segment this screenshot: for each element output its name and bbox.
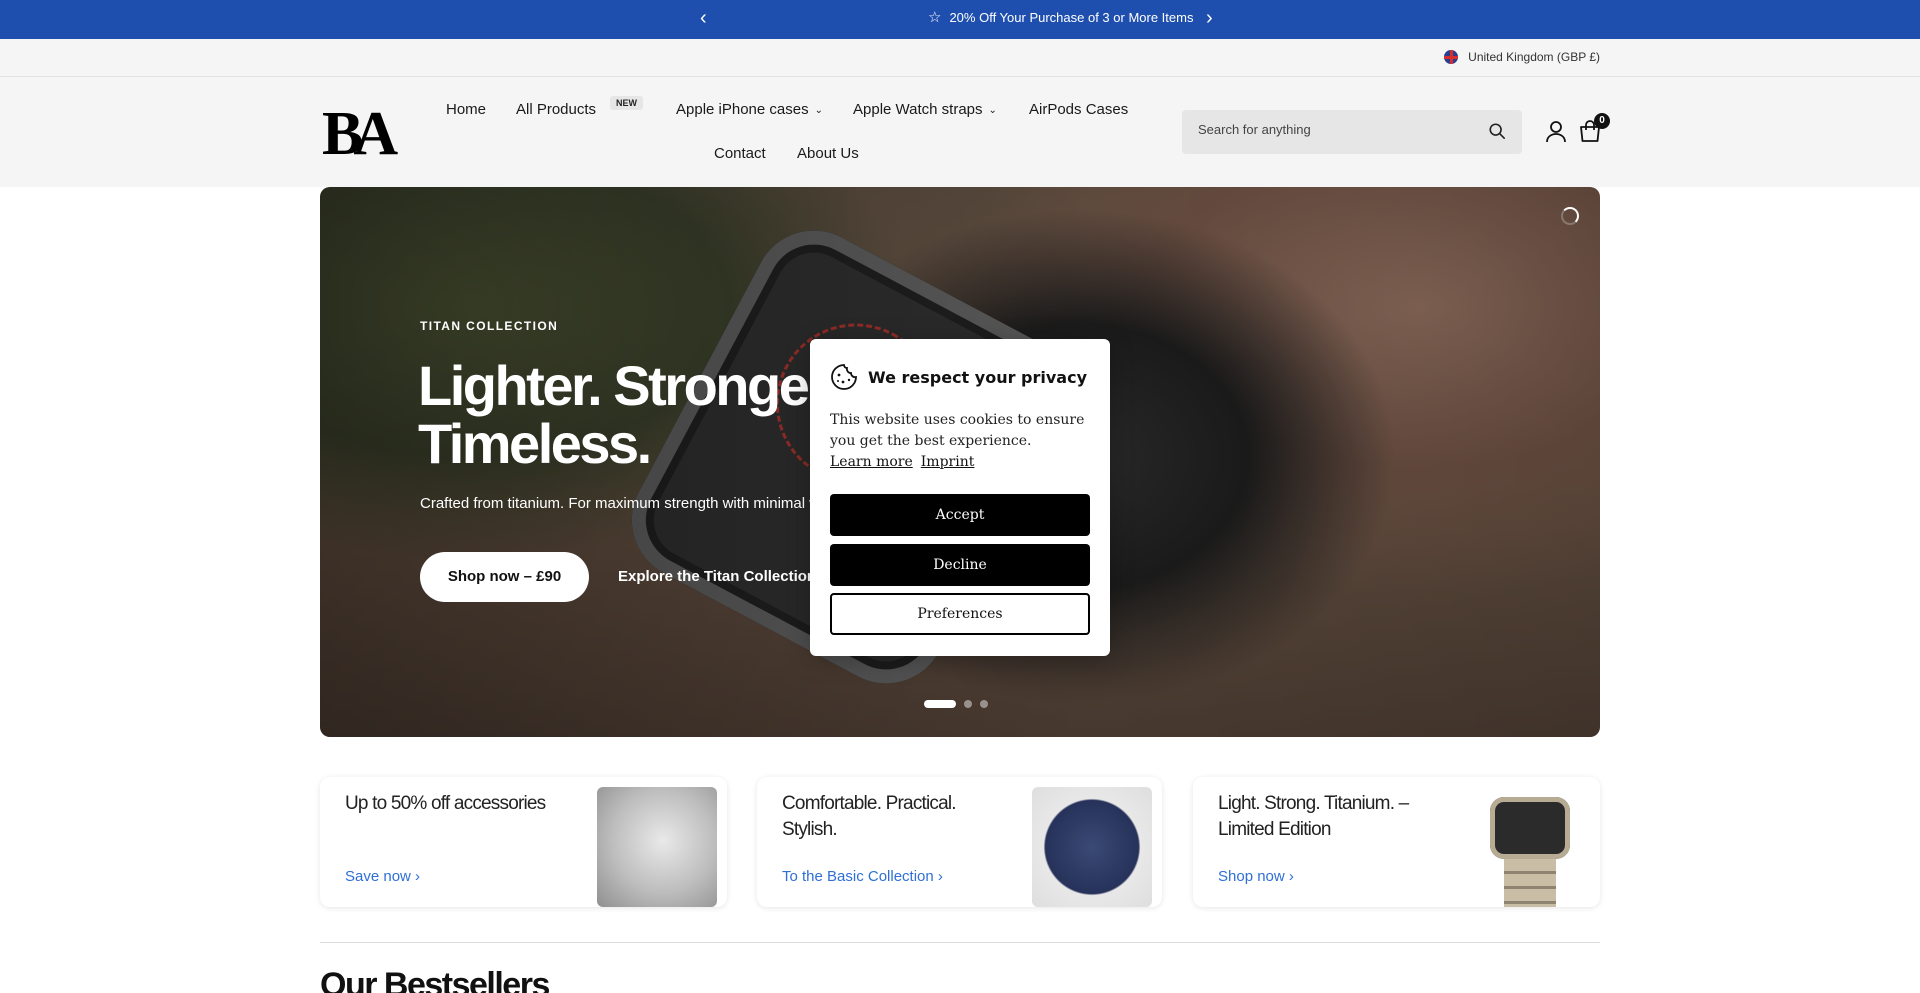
explore-titan-link[interactable]: Explore the Titan Collection <box>618 568 816 585</box>
search-box <box>1182 110 1522 154</box>
slide-dot-3[interactable] <box>980 700 988 708</box>
chevron-down-icon: ⌄ <box>988 105 997 116</box>
account-icon[interactable] <box>1544 119 1568 143</box>
cookie-message: This website uses cookies to ensure you … <box>830 412 1085 449</box>
announcement-text: 20% Off Your Purchase of 3 or More Items <box>949 10 1194 25</box>
promo-title: Light. Strong. Titanium. – Limited Editi… <box>1218 793 1409 840</box>
promo-image <box>1032 787 1152 907</box>
search-input[interactable] <box>1198 122 1478 137</box>
announcement-message[interactable]: ☆ 20% Off Your Purchase of 3 or More Item… <box>928 9 1198 29</box>
promo-link[interactable]: Shop now › <box>1218 868 1294 885</box>
chevron-down-icon: ⌄ <box>814 105 823 116</box>
promo-image <box>597 787 717 907</box>
cookie-body: This website uses cookies to ensure you … <box>830 410 1096 473</box>
site-header: BA Home All Products NEW Apple iPhone ca… <box>0 77 1920 187</box>
slider-dots <box>924 700 988 708</box>
promo-card-basic[interactable]: Comfortable. Practical. Stylish. To the … <box>757 777 1162 907</box>
nav-airpods-cases[interactable]: AirPods Cases <box>1029 101 1128 118</box>
cookie-links: Learn more Imprint <box>830 452 1096 473</box>
hero-eyebrow: TITAN COLLECTION <box>420 319 559 333</box>
announcement-bar: ‹ ☆ 20% Off Your Purchase of 3 or More It… <box>0 0 1920 39</box>
chevron-right-icon: › <box>937 868 943 885</box>
slide-dot-1[interactable] <box>924 700 956 708</box>
cart-count-badge: 0 <box>1594 113 1610 129</box>
nav-watch-straps[interactable]: Apple Watch straps ⌄ <box>853 101 997 118</box>
logo[interactable]: BA <box>322 103 398 165</box>
decline-button[interactable]: Decline <box>830 544 1090 586</box>
learn-more-link[interactable]: Learn more <box>830 452 913 473</box>
chevron-right-icon: › <box>1288 868 1294 885</box>
nav-home[interactable]: Home <box>446 101 486 118</box>
nav-watch-straps-label: Apple Watch straps <box>853 101 983 118</box>
promo-card-accessories[interactable]: Up to 50% off accessories Save now › <box>320 777 727 907</box>
chevron-right-icon[interactable]: › <box>1206 8 1213 28</box>
nav-about[interactable]: About Us <box>797 145 859 162</box>
uk-flag-icon <box>1444 50 1459 64</box>
cookie-title-row: We respect your privacy <box>830 363 1087 391</box>
section-divider <box>320 942 1600 943</box>
new-badge: NEW <box>610 96 643 110</box>
nav-iphone-cases[interactable]: Apple iPhone cases ⌄ <box>676 101 823 118</box>
nav-iphone-cases-label: Apple iPhone cases <box>676 101 809 118</box>
cookie-consent-dialog: We respect your privacy This website use… <box>810 339 1110 656</box>
chevron-right-icon: › <box>415 868 421 885</box>
nav-contact[interactable]: Contact <box>714 145 766 162</box>
preferences-button[interactable]: Preferences <box>830 593 1090 635</box>
bestsellers-title: Our Bestsellers <box>320 966 550 993</box>
hero-subtext: Crafted from titanium. For maximum stren… <box>420 495 810 512</box>
locale-bar: United Kingdom (GBP £) <box>0 39 1920 77</box>
star-icon: ☆ <box>928 9 942 26</box>
slide-dot-2[interactable] <box>964 700 972 708</box>
promo-title: Comfortable. Practical. Stylish. <box>782 793 957 840</box>
chevron-left-icon[interactable]: ‹ <box>700 8 707 28</box>
cookie-title: We respect your privacy <box>868 367 1088 387</box>
accept-button[interactable]: Accept <box>830 494 1090 536</box>
promo-card-titanium[interactable]: Light. Strong. Titanium. – Limited Editi… <box>1193 777 1600 907</box>
nav-all-products[interactable]: All Products <box>516 101 596 118</box>
loading-spinner-icon <box>1561 207 1579 225</box>
promo-image <box>1470 787 1590 907</box>
search-icon[interactable] <box>1488 122 1506 140</box>
imprint-link[interactable]: Imprint <box>921 452 975 473</box>
promo-link[interactable]: Save now › <box>345 868 420 885</box>
promo-title: Up to 50% off accessories <box>345 793 546 814</box>
cookie-icon <box>831 364 857 390</box>
locale-selector[interactable]: United Kingdom (GBP £) <box>1444 50 1600 64</box>
promo-link[interactable]: To the Basic Collection › <box>782 868 943 885</box>
locale-label: United Kingdom (GBP £) <box>1468 50 1600 64</box>
shop-now-button[interactable]: Shop now – £90 <box>420 552 589 602</box>
